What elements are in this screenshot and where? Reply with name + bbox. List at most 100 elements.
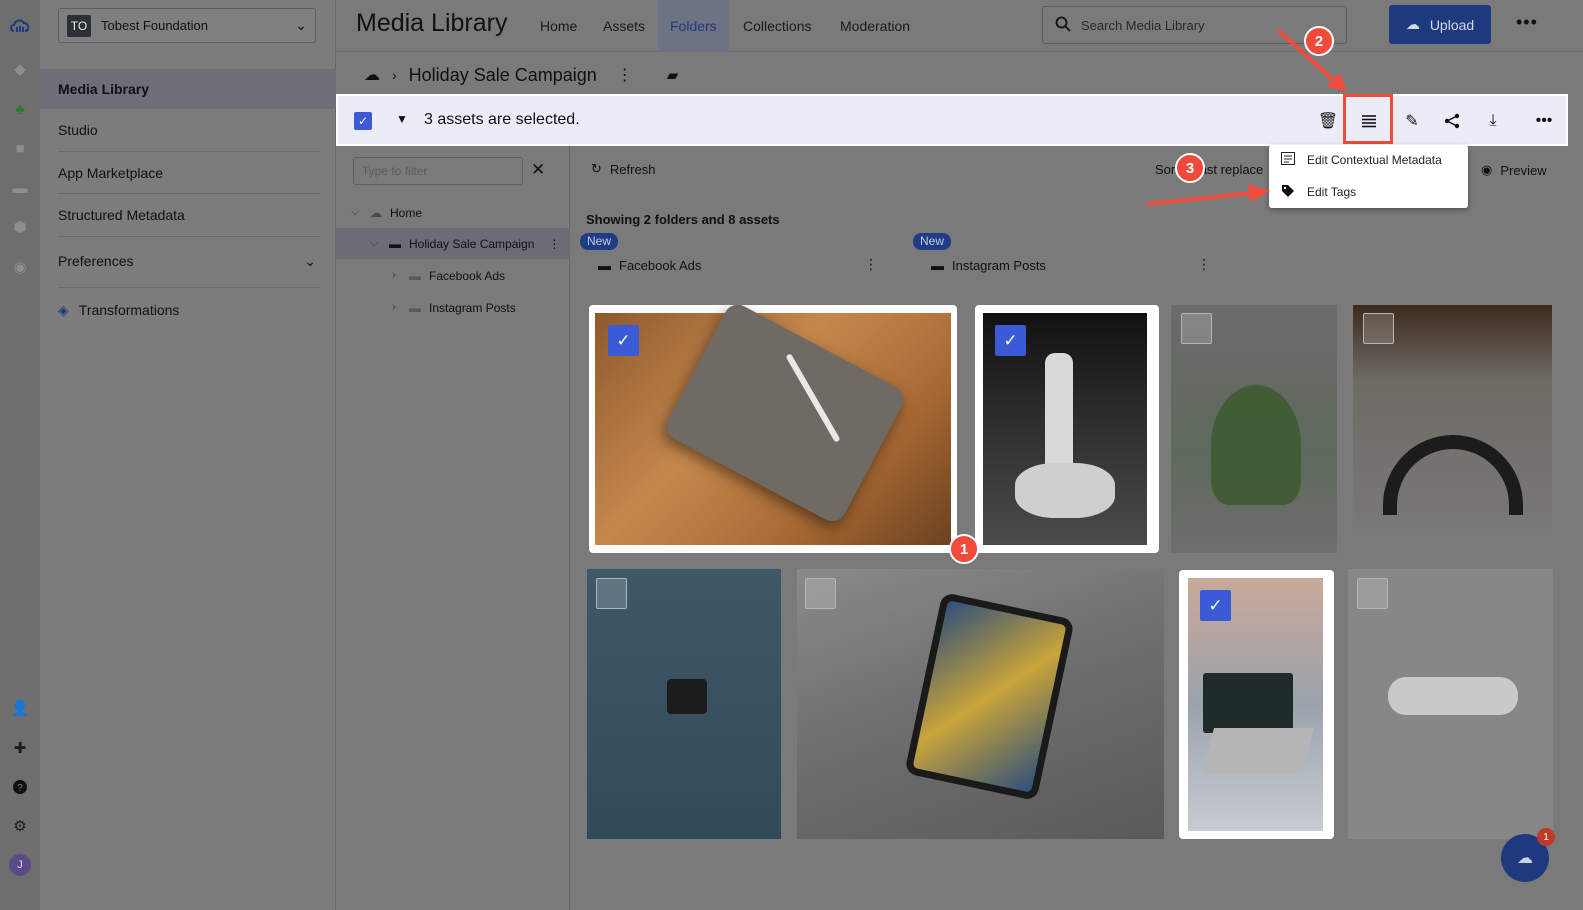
new-badge: New: [913, 233, 952, 250]
asset-tile-laptop-desk[interactable]: ✓: [1179, 570, 1334, 839]
cube-icon[interactable]: ⬢: [9, 216, 31, 238]
nav-preferences[interactable]: Preferences ⌄: [40, 241, 336, 281]
more-options-icon[interactable]: •••: [1516, 12, 1538, 33]
select-all-checkbox[interactable]: ✓: [354, 112, 372, 130]
folder-icon: ▬: [931, 257, 944, 273]
chevron-down-icon: ⌵: [351, 207, 359, 218]
menu-item-edit-contextual-metadata[interactable]: Edit Contextual Metadata: [1281, 147, 1442, 173]
tab-home[interactable]: Home: [528, 0, 589, 52]
nav-structured-metadata[interactable]: Structured Metadata: [40, 195, 336, 235]
kebab-icon[interactable]: ⋮: [1197, 256, 1211, 273]
asset-checkbox[interactable]: ✓: [608, 325, 639, 356]
results-summary: Showing 2 folders and 8 assets: [586, 212, 780, 227]
asset-checkbox[interactable]: ✓: [995, 325, 1026, 356]
asset-checkbox[interactable]: ✓: [1200, 590, 1231, 621]
avatar[interactable]: J: [9, 854, 31, 876]
cloudinary-logo-icon[interactable]: [9, 14, 31, 36]
add-user-icon[interactable]: 👤: [9, 697, 31, 719]
tab-folders[interactable]: Folders: [658, 0, 729, 52]
folder-card[interactable]: ▬ Facebook Ads ⋮: [586, 250, 890, 280]
asset-tile-drone[interactable]: [587, 569, 781, 839]
tree-filter-input[interactable]: Type to filter: [353, 157, 523, 185]
asset-image: [667, 679, 707, 714]
kebab-icon[interactable]: ⋮: [548, 237, 560, 251]
transformations-icon: ◈: [58, 301, 69, 318]
org-switcher[interactable]: TO Tobest Foundation ⌄: [58, 8, 316, 43]
upload-button[interactable]: ☁ Upload: [1389, 5, 1491, 44]
sort-dropdown[interactable]: Sort Last replace: [1155, 162, 1263, 177]
nav-divider: [58, 193, 320, 194]
asset-checkbox[interactable]: [805, 578, 836, 609]
asset-checkbox[interactable]: [1363, 313, 1394, 344]
share-icon[interactable]: [1439, 108, 1465, 134]
assets-icon[interactable]: ♣: [9, 98, 31, 120]
asset-checkbox[interactable]: [1357, 578, 1388, 609]
folder-card[interactable]: ▬ Instagram Posts ⋮: [919, 250, 1223, 280]
refresh-button[interactable]: ↻ Refresh: [591, 161, 655, 177]
nav-transformations-label: Transformations: [78, 302, 180, 318]
notification-count: 1: [1537, 828, 1555, 846]
tree-item-label: Facebook Ads: [429, 268, 506, 283]
support-chat-button[interactable]: ☁ 1: [1501, 828, 1555, 882]
breadcrumb: ☁ › Holiday Sale Campaign ⋮ ▰: [336, 56, 1583, 94]
tab-assets[interactable]: Assets: [591, 0, 657, 52]
folder-menu-icon[interactable]: ⋮: [617, 65, 633, 85]
search-input[interactable]: Search Media Library: [1042, 6, 1347, 44]
tag-icon: [1281, 184, 1295, 201]
tree-item-home[interactable]: ⌵ ☁ Home: [336, 197, 570, 228]
asset-tile-ipad-desk[interactable]: ✓: [589, 305, 957, 553]
annotation-marker-2: 2: [1304, 26, 1334, 56]
puzzle-icon[interactable]: ✚: [9, 737, 31, 759]
settings-icon[interactable]: ⚙: [9, 815, 31, 837]
nav-divider: [58, 151, 320, 152]
magic-wand-icon[interactable]: ✎: [1399, 108, 1425, 134]
help-icon[interactable]: ?: [9, 776, 31, 798]
delete-icon[interactable]: 🗑: [1315, 108, 1341, 134]
asset-tile-plant[interactable]: [1171, 305, 1337, 553]
download-icon[interactable]: ⤓: [1480, 108, 1506, 134]
chevron-down-icon: ⌵: [370, 238, 378, 249]
tab-collections[interactable]: Collections: [731, 0, 823, 52]
tree-item-label: Instagram Posts: [429, 300, 516, 315]
nav-media-library[interactable]: Media Library: [40, 69, 336, 109]
cloud-upload-icon: ☁: [1405, 16, 1420, 32]
asset-checkbox[interactable]: [596, 578, 627, 609]
asset-tile-airpods[interactable]: [1348, 569, 1553, 839]
new-folder-icon[interactable]: ▰: [667, 66, 679, 84]
preview-label: Preview: [1500, 162, 1547, 178]
cloud-root-icon[interactable]: ☁: [364, 65, 380, 85]
org-badge: TO: [67, 14, 91, 37]
programmable-media-icon[interactable]: ◆: [9, 58, 31, 80]
search-icon: [1055, 16, 1071, 35]
side-navigation: TO Tobest Foundation ⌄ Media Library Stu…: [40, 0, 336, 910]
new-badge: New: [580, 233, 619, 250]
tab-moderation[interactable]: Moderation: [828, 0, 922, 52]
folder-icon: ▬: [409, 268, 421, 283]
asset-tile-vr-headset[interactable]: ✓: [975, 305, 1159, 553]
asset-tile-tablet-hand[interactable]: [797, 569, 1164, 839]
nav-app-marketplace[interactable]: App Marketplace: [40, 153, 336, 193]
folder-icon: ▬: [409, 300, 421, 315]
kebab-icon[interactable]: ⋮: [864, 256, 878, 273]
tree-item-instagram-posts[interactable]: › ▬ Instagram Posts: [336, 292, 570, 323]
video-icon[interactable]: ■: [9, 137, 31, 159]
asset-tile-headphones[interactable]: [1353, 305, 1552, 553]
preview-toggle[interactable]: ◉ Preview: [1481, 162, 1547, 178]
feedback-icon[interactable]: ◉: [9, 256, 31, 278]
tree-item-facebook-ads[interactable]: › ▬ Facebook Ads: [336, 260, 570, 291]
metadata-dropdown-menu: Edit Contextual Metadata Edit Tags: [1269, 145, 1468, 208]
annotation-marker-3: 3: [1175, 153, 1205, 183]
annotation-arrowhead-3: [1248, 184, 1270, 202]
nav-transformations[interactable]: ◈ Transformations: [40, 290, 336, 330]
nav-preferences-label: Preferences: [58, 253, 134, 269]
selection-dropdown-icon[interactable]: ▼: [396, 112, 408, 126]
asset-checkbox[interactable]: [1181, 313, 1212, 344]
asset-image: [1383, 435, 1523, 515]
menu-item-edit-tags[interactable]: Edit Tags: [1281, 179, 1356, 205]
chat-icon[interactable]: ▬: [9, 177, 31, 199]
nav-studio[interactable]: Studio: [40, 110, 336, 150]
more-actions-icon[interactable]: •••: [1531, 108, 1557, 134]
folder-icon: ▬: [389, 236, 401, 251]
close-icon[interactable]: ✕: [531, 160, 545, 180]
tree-item-holiday-sale[interactable]: ⌵ ▬ Holiday Sale Campaign ⋮: [336, 228, 570, 259]
